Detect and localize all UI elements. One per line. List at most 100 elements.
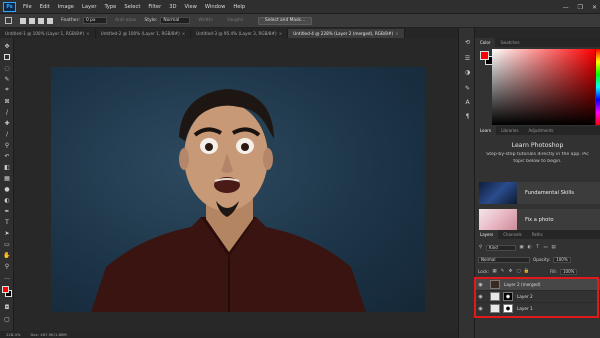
zoom-level[interactable]: 228.4%: [6, 332, 20, 337]
document-tabs: Untitled-1 @ 100% (Layer 1, RGB/8#) × Unt…: [0, 28, 458, 38]
menu-view[interactable]: View: [181, 4, 201, 10]
menu-file[interactable]: File: [19, 4, 36, 10]
pixel-filter-icon[interactable]: ▣: [519, 245, 524, 250]
close-icon[interactable]: ✕: [592, 4, 597, 11]
doc-tab[interactable]: Untitled-1 @ 100% (Layer 1, RGB/8#) ×: [0, 29, 96, 38]
intersect-selection-icon[interactable]: [47, 17, 53, 24]
options-bar: Feather: 0 px Anti-alias Style: Normal W…: [0, 14, 600, 28]
history-brush-icon[interactable]: ↶: [3, 152, 11, 160]
tab-libraries[interactable]: Libraries: [496, 126, 523, 135]
highlight-box: [474, 277, 599, 318]
clone-stamp-icon[interactable]: ⚲: [3, 141, 11, 149]
lock-position-icon[interactable]: ✥: [508, 269, 513, 274]
lock-row: Lock: ▦ ✎ ✥ ▢ 🔒 Fill: 100%: [475, 267, 600, 276]
smart-object-filter-icon[interactable]: ▤: [551, 245, 556, 250]
menu-filter[interactable]: Filter: [144, 4, 165, 10]
marquee-tool-icon[interactable]: [3, 53, 11, 61]
eraser-tool-icon[interactable]: ◧: [3, 163, 11, 171]
close-tab-icon[interactable]: ×: [395, 31, 399, 36]
shape-tool-icon[interactable]: ▭: [3, 240, 11, 248]
tab-color[interactable]: Color: [475, 38, 496, 47]
minimize-icon[interactable]: —: [563, 4, 569, 11]
doc-tab-active[interactable]: Untitled-4 @ 228% (Layer 2 (merged), RGB…: [288, 29, 405, 38]
brushes-panel-icon[interactable]: ✎: [463, 84, 472, 92]
zoom-tool-icon[interactable]: ⚲: [3, 262, 11, 270]
height-field[interactable]: Height:: [227, 18, 244, 23]
doc-tab[interactable]: Untitled-3 @ 95.4% (Layer 3, RGB/8#) ×: [191, 29, 289, 38]
properties-panel-icon[interactable]: ☰: [463, 54, 472, 62]
healing-brush-icon[interactable]: ✚: [3, 119, 11, 127]
lock-image-icon[interactable]: ✎: [500, 269, 505, 274]
antialias-checkbox[interactable]: Anti-alias: [115, 18, 136, 23]
dodge-tool-icon[interactable]: ◐: [3, 196, 11, 204]
menu-image[interactable]: Image: [54, 4, 78, 10]
hue-slider[interactable]: [596, 49, 600, 125]
new-selection-icon[interactable]: [20, 17, 26, 24]
tab-paths[interactable]: Paths: [527, 230, 548, 239]
add-selection-icon[interactable]: [29, 17, 35, 24]
close-tab-icon[interactable]: ×: [182, 31, 186, 36]
screen-mode-icon[interactable]: ▢: [3, 315, 11, 323]
hand-tool-icon[interactable]: ✋: [3, 251, 11, 259]
menu-select[interactable]: Select: [120, 4, 144, 10]
tab-swatches[interactable]: Swatches: [495, 38, 524, 47]
marquee-tool-preset-icon[interactable]: [5, 17, 12, 24]
doc-size: Doc: 467.9K/1.86M: [30, 332, 67, 337]
document-canvas[interactable]: [51, 67, 425, 312]
learn-card-label: Fix a photo: [525, 217, 554, 223]
quick-mask-icon[interactable]: ◘: [3, 303, 11, 311]
tab-adjustments[interactable]: Adjustments: [523, 126, 558, 135]
close-tab-icon[interactable]: ×: [86, 31, 90, 36]
tab-learn[interactable]: Learn: [475, 126, 497, 135]
quick-select-tool-icon[interactable]: ✎: [3, 75, 11, 83]
subtract-selection-icon[interactable]: [38, 17, 44, 24]
menu-layer[interactable]: Layer: [78, 4, 100, 10]
frame-tool-icon[interactable]: ⊠: [3, 97, 11, 105]
lock-transparent-icon[interactable]: ▦: [492, 269, 497, 274]
learn-card-fundamental-skills[interactable]: Fundamental Skills: [479, 182, 600, 204]
opacity-input[interactable]: 100%: [553, 256, 571, 263]
crop-tool-icon[interactable]: ⌗: [3, 86, 11, 94]
color-spectrum[interactable]: [492, 49, 595, 125]
tab-layers[interactable]: Layers: [475, 230, 499, 239]
type-tool-icon[interactable]: T: [3, 218, 11, 226]
lock-icon[interactable]: 🔒: [524, 269, 530, 274]
kind-filter-select[interactable]: Kind: [486, 244, 516, 251]
blur-tool-icon[interactable]: ●: [3, 185, 11, 193]
width-field[interactable]: Width:: [198, 18, 213, 23]
foreground-swatch[interactable]: [480, 51, 489, 60]
lock-artboard-icon[interactable]: ▢: [516, 269, 521, 274]
adjustment-filter-icon[interactable]: ◐: [527, 245, 532, 250]
lasso-tool-icon[interactable]: ◌: [3, 64, 11, 72]
adjustments-panel-icon[interactable]: ◑: [463, 68, 472, 76]
history-panel-icon[interactable]: ⟲: [463, 38, 472, 46]
menu-help[interactable]: Help: [229, 4, 249, 10]
select-and-mask-button[interactable]: Select and Mask...: [258, 16, 313, 25]
character-panel-icon[interactable]: A: [463, 98, 472, 106]
gradient-tool-icon[interactable]: ▦: [3, 174, 11, 182]
type-filter-icon[interactable]: T: [535, 245, 540, 250]
eyedropper-tool-icon[interactable]: /: [3, 108, 11, 116]
paragraph-panel-icon[interactable]: ¶: [463, 112, 472, 120]
tab-channels[interactable]: Channels: [498, 230, 527, 239]
menu-type[interactable]: Type: [100, 4, 120, 10]
close-tab-icon[interactable]: ×: [279, 31, 283, 36]
foreground-color-swatch[interactable]: [2, 286, 9, 293]
shape-filter-icon[interactable]: ▭: [543, 245, 548, 250]
more-tools-icon[interactable]: …: [3, 273, 11, 281]
feather-input[interactable]: 0 px: [82, 17, 107, 24]
menu-3d[interactable]: 3D: [165, 4, 180, 10]
learn-card-fix-a-photo[interactable]: Fix a photo: [479, 209, 600, 231]
menu-edit[interactable]: Edit: [36, 4, 54, 10]
fill-input[interactable]: 100%: [559, 268, 578, 275]
blend-mode-select[interactable]: Normal: [478, 256, 530, 263]
style-select[interactable]: Normal: [160, 17, 191, 24]
brush-tool-icon[interactable]: ∕: [3, 130, 11, 138]
move-tool-icon[interactable]: ✥: [3, 42, 11, 50]
menu-window[interactable]: Window: [201, 4, 229, 10]
restore-icon[interactable]: ❐: [578, 4, 583, 11]
path-select-icon[interactable]: ➤: [3, 229, 11, 237]
doc-tab[interactable]: Untitled-2 @ 100% (Layer 1, RGB/8#) ×: [96, 29, 192, 38]
learn-panel-tabs: Learn Libraries Adjustments: [475, 126, 600, 135]
pen-tool-icon[interactable]: ✒: [3, 207, 11, 215]
